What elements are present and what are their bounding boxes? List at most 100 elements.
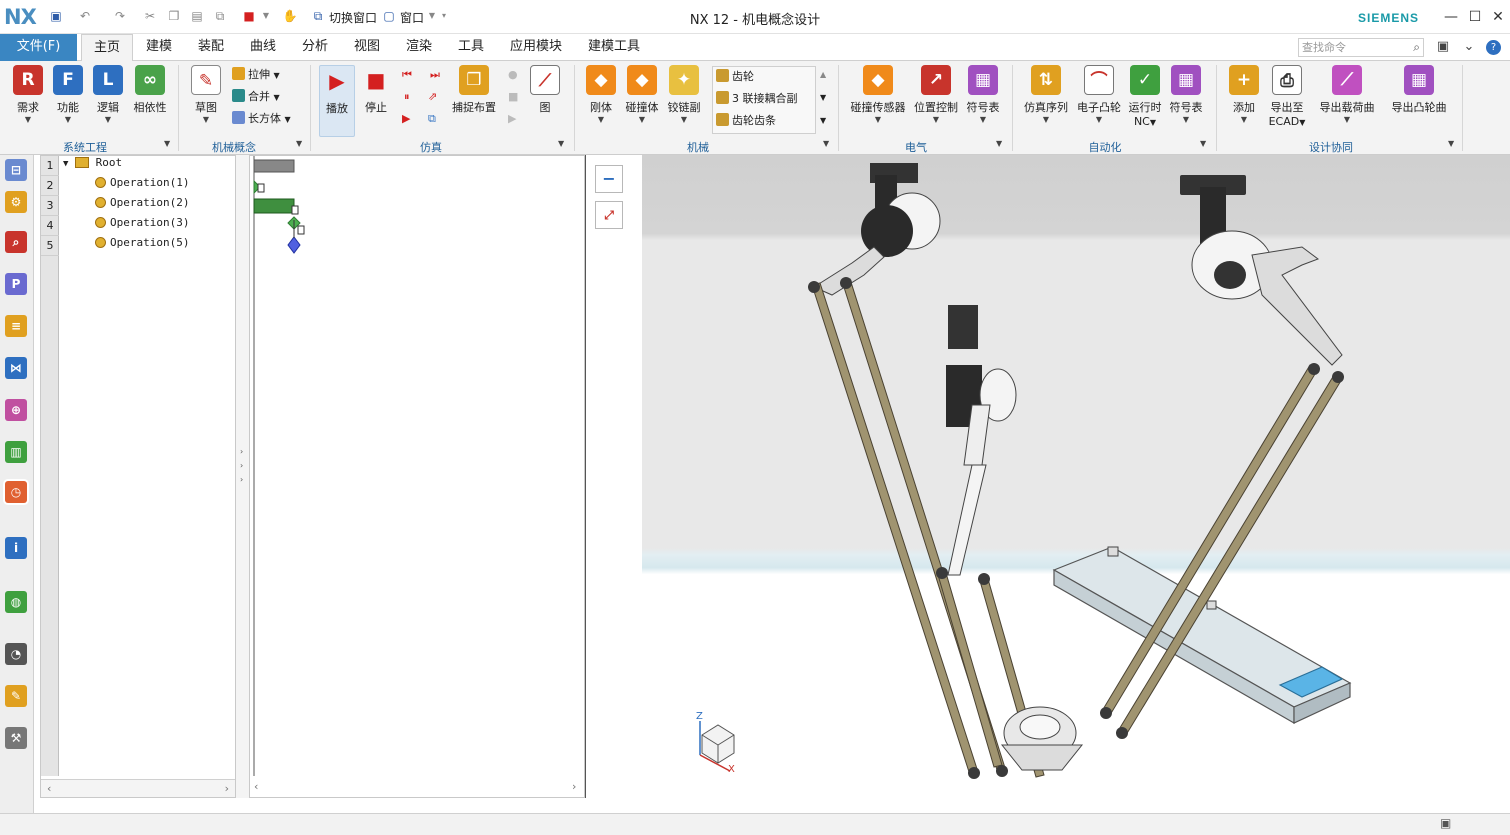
reuse-library-icon[interactable]: ▥ <box>5 441 27 463</box>
export-cam-curve-button[interactable]: ▦ 导出凸轮曲 <box>1388 65 1450 133</box>
unite-button[interactable]: 合并 ▼ <box>232 88 280 106</box>
tab-tools[interactable]: 工具 <box>452 34 490 61</box>
group-expand-icon[interactable]: ▼ <box>996 139 1002 148</box>
clock-icon[interactable]: ◔ <box>5 643 27 665</box>
graphics-viewport[interactable]: Z X <box>642 155 1510 810</box>
gallery-more-icon[interactable]: ▼ <box>820 112 826 130</box>
history-icon[interactable]: ◷ <box>5 481 27 503</box>
add-button[interactable]: + 添加 ▼ <box>1226 65 1262 133</box>
scroll-left-icon[interactable]: ‹ <box>47 782 51 795</box>
runtime-nc-button[interactable]: ✓ 运行时 NC▼ <box>1126 65 1164 133</box>
panel-splitter[interactable]: › › › <box>236 155 250 798</box>
export-ecad-button[interactable]: ⎙ 导出至 ECAD▼ <box>1266 65 1308 133</box>
button-label: 添加 <box>1233 101 1255 114</box>
position-control-button[interactable]: ↗ 位置控制 ▼ <box>912 65 960 133</box>
gallery-down-icon[interactable]: ▼ <box>820 89 826 107</box>
coupler-button[interactable]: 3 联接耦合副 <box>716 90 798 108</box>
group-expand-icon[interactable]: ▼ <box>823 139 829 148</box>
collision-sensor-button[interactable]: ◆ 碰撞传感器 ▼ <box>848 65 908 133</box>
part-navigator-icon[interactable]: P <box>5 273 27 295</box>
rigid-body-button[interactable]: ◆ 刚体 ▼ <box>584 65 618 133</box>
physics-navigator-icon[interactable]: ⚙ <box>5 191 27 213</box>
command-search-input[interactable]: 查找命令 ⌕ <box>1298 38 1424 57</box>
group-expand-icon[interactable]: ▼ <box>296 139 302 148</box>
ribbon-options-icon[interactable]: ⌄ <box>1460 38 1478 56</box>
gallery-up-icon[interactable]: ▲ <box>820 66 826 84</box>
expand-arrows-icon[interactable]: › › › <box>240 445 243 487</box>
tree-item-operation-1[interactable]: Operation(1) <box>95 176 189 196</box>
gantt-chart[interactable]: ‹ › <box>250 156 585 799</box>
extrude-button[interactable]: 拉伸 ▼ <box>232 66 280 84</box>
maximize-icon[interactable]: ☐ <box>1466 8 1484 26</box>
tab-view[interactable]: 视图 <box>348 34 386 61</box>
inspect-icon[interactable]: ⧉ <box>428 110 436 128</box>
requirements-button[interactable]: R 需求 ▼ <box>10 65 46 133</box>
sketch-button[interactable]: ✎ 草图 ▼ <box>188 65 224 133</box>
pause-icon[interactable]: ⏸ <box>404 88 410 106</box>
restore-icon[interactable]: ▣ <box>1434 38 1452 56</box>
tab-home[interactable]: 主页 <box>81 34 133 61</box>
dependency-button[interactable]: ∞ 相依性 <box>130 65 170 133</box>
auto-symbol-table-button[interactable]: ▦ 符号表 ▼ <box>1166 65 1206 133</box>
scroll-right-icon[interactable]: › <box>225 782 229 795</box>
export-load-curve-button[interactable]: ⟋ 导出载荷曲 ▼ <box>1316 65 1378 133</box>
file-menu[interactable]: 文件(F) <box>0 34 77 61</box>
tab-modeling[interactable]: 建模 <box>140 34 178 61</box>
symbol-table-button[interactable]: ▦ 符号表 ▼ <box>964 65 1002 133</box>
rewind-icon[interactable]: ⏮ <box>402 66 412 84</box>
tab-analysis[interactable]: 分析 <box>296 34 334 61</box>
constraint-navigator-icon[interactable]: ⊕ <box>5 399 27 421</box>
web-browser-icon[interactable]: ◍ <box>5 591 27 613</box>
delta-robot-model[interactable]: Z X <box>642 155 1510 810</box>
tab-render[interactable]: 渲染 <box>400 34 438 61</box>
graph-button[interactable]: ⟋ 图 <box>528 65 562 133</box>
chevron-down-icon: ▼ <box>979 115 987 124</box>
minimize-icon[interactable]: — <box>1442 8 1460 26</box>
group-expand-icon[interactable]: ▼ <box>164 139 170 148</box>
sim-sequence-button[interactable]: ⇅ 仿真序列 ▼ <box>1020 65 1072 133</box>
timed-play-icon[interactable]: ▶ <box>402 110 410 128</box>
tab-modeling-tools[interactable]: 建模工具 <box>582 34 646 61</box>
assembly-navigator-icon[interactable]: ⋈ <box>5 357 27 379</box>
tab-application[interactable]: 应用模块 <box>504 34 568 61</box>
zoom-out-button[interactable]: − <box>595 165 623 193</box>
search-icon[interactable]: ⌕ <box>1413 39 1420 56</box>
block-button[interactable]: 长方体 ▼ <box>232 110 291 128</box>
tree-root[interactable]: ▼ Root <box>63 156 122 176</box>
play-button[interactable]: ▶ 播放 <box>319 65 355 137</box>
tab-assembly[interactable]: 装配 <box>192 34 230 61</box>
chevron-down-icon[interactable]: ▼ <box>63 159 68 169</box>
collision-body-button[interactable]: ◆ 碰撞体 ▼ <box>622 65 662 133</box>
fit-view-button[interactable]: ⤢ <box>595 201 623 229</box>
sequence-editor-icon[interactable]: ≡ <box>5 315 27 337</box>
roles-icon[interactable]: ⚒ <box>5 727 27 749</box>
snapshot-button[interactable]: ❒ 捕捉布置 <box>450 65 498 133</box>
group-expand-icon[interactable]: ▼ <box>1448 139 1454 148</box>
tree-item-operation-3[interactable]: Operation(3) <box>95 216 189 236</box>
help-icon[interactable]: ? <box>1486 40 1501 55</box>
gantt-bar-root <box>253 159 295 173</box>
info-icon[interactable]: i <box>5 537 27 559</box>
group-expand-icon[interactable]: ▼ <box>1200 139 1206 148</box>
fullscreen-icon[interactable]: ▣ <box>1440 816 1451 830</box>
tab-curve[interactable]: 曲线 <box>244 34 282 61</box>
horizontal-scrollbar[interactable]: ‹ › <box>41 779 235 797</box>
stop-button[interactable]: ■ 停止 <box>360 65 392 133</box>
tree-item-operation-2[interactable]: Operation(2) <box>95 196 189 216</box>
navigator-icon[interactable]: ⊟ <box>5 159 27 181</box>
palette-icon[interactable]: ✎ <box>5 685 27 707</box>
tree-item-operation-5[interactable]: Operation(5) <box>95 236 189 256</box>
ribbon: R 需求 ▼ F 功能 ▼ L 逻辑 ▼ ∞ 相依性 系统工程 ▼ ✎ 草图 ▼ 拉伸 ▼ 合并 … <box>0 61 1510 155</box>
close-icon[interactable]: ✕ <box>1489 8 1507 26</box>
hinge-joint-button[interactable]: ✦ 铰链副 ▼ <box>664 65 704 133</box>
group-expand-icon[interactable]: ▼ <box>558 139 564 148</box>
function-button[interactable]: F 功能 ▼ <box>50 65 86 133</box>
step-forward-icon[interactable]: ⏭ <box>430 66 440 84</box>
runtime-inspector-icon[interactable]: ⌕ <box>5 231 27 253</box>
tree-item-label: Operation(1) <box>110 176 190 189</box>
electronic-cam-button[interactable]: ⌒ 电子凸轮 ▼ <box>1074 65 1124 133</box>
gear-button[interactable]: 齿轮 <box>716 68 754 86</box>
rack-pinion-button[interactable]: 齿轮齿条 <box>716 112 776 130</box>
logic-button[interactable]: L 逻辑 ▼ <box>90 65 126 133</box>
speed-icon[interactable]: ⇗ <box>428 88 437 106</box>
